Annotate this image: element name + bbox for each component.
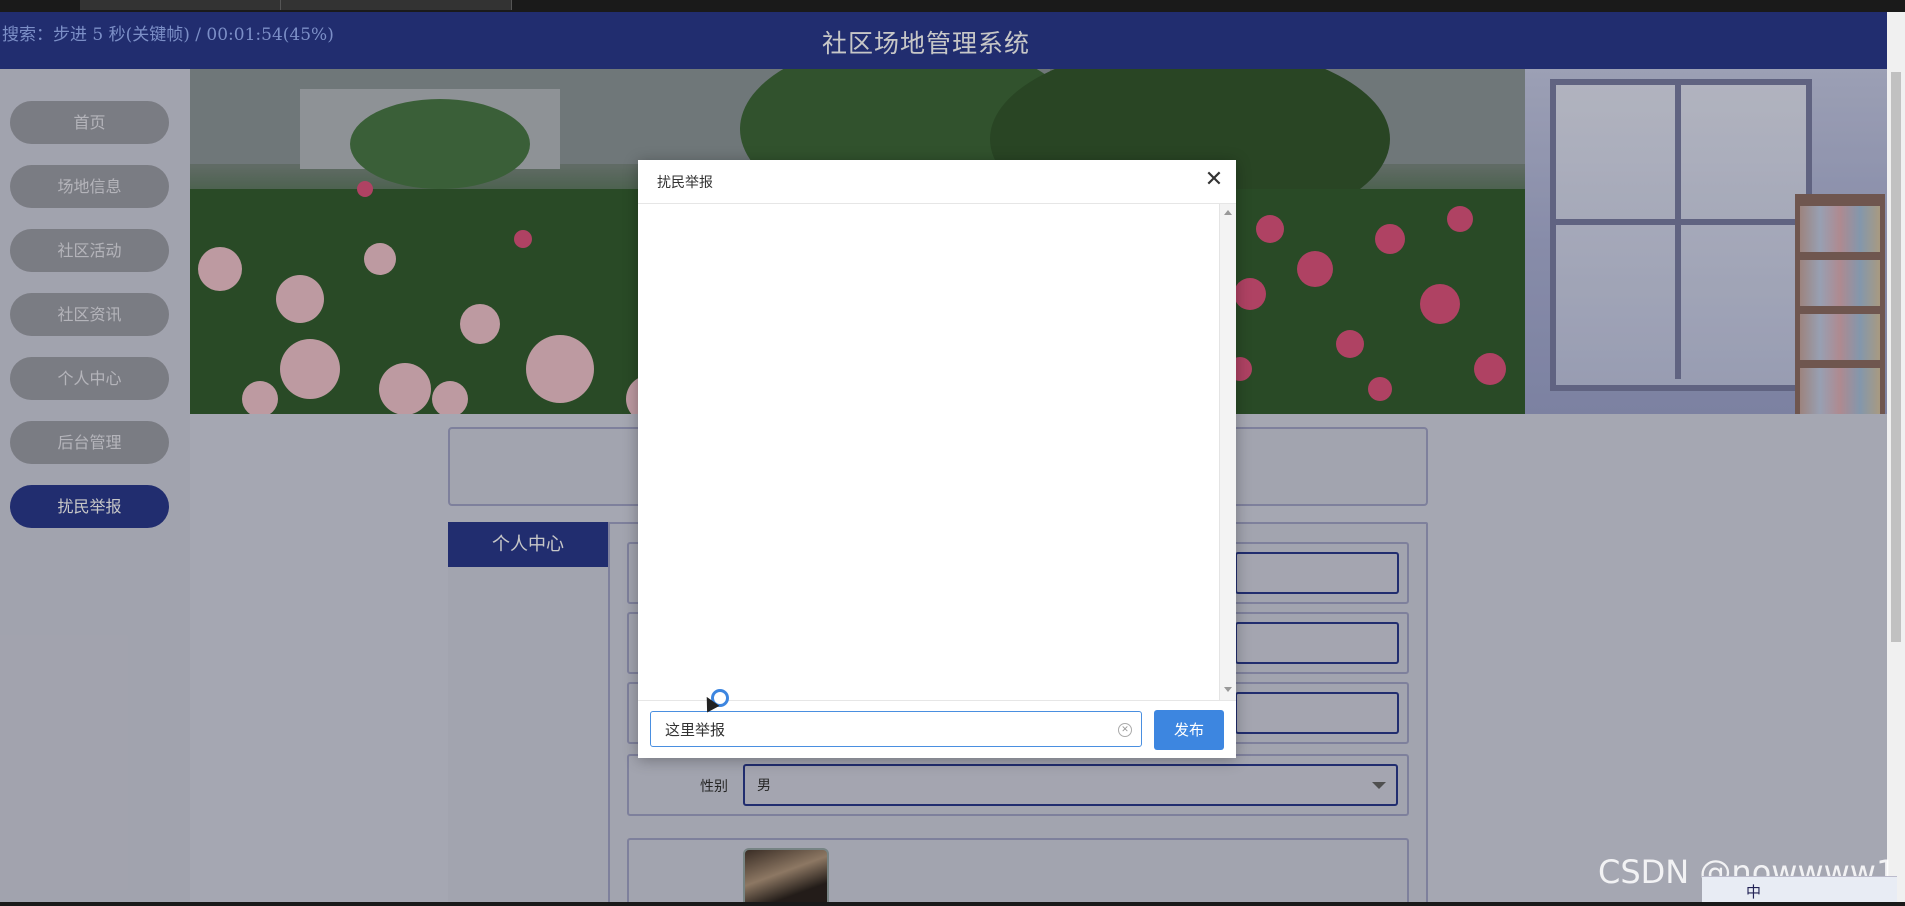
dialog-header: 扰民举报 ✕ — [638, 160, 1236, 204]
dialog-scrollbar[interactable] — [1219, 204, 1236, 700]
scroll-up-icon[interactable] — [1224, 210, 1232, 215]
browser-top-strip — [0, 0, 1905, 12]
browser-tab[interactable] — [80, 0, 281, 10]
browser-tab[interactable] — [281, 0, 512, 10]
dialog-title: 扰民举报 — [657, 175, 713, 191]
publish-button[interactable]: 发布 — [1154, 710, 1224, 750]
system-tray: 中 — [1702, 876, 1897, 905]
page-scrollbar[interactable] — [1887, 12, 1905, 902]
page-scrollbar-thumb[interactable] — [1891, 72, 1901, 642]
report-dialog: 扰民举报 ✕ ✕ 发布 — [638, 160, 1236, 758]
clear-icon[interactable]: ✕ — [1118, 723, 1132, 737]
dialog-content — [638, 204, 1236, 700]
dialog-footer: ✕ 发布 — [638, 700, 1236, 759]
close-icon[interactable]: ✕ — [1202, 168, 1226, 192]
scroll-down-icon[interactable] — [1224, 687, 1232, 692]
bottom-strip — [0, 902, 1905, 906]
ime-indicator[interactable]: 中 — [1746, 881, 1761, 902]
report-input[interactable] — [650, 711, 1142, 747]
